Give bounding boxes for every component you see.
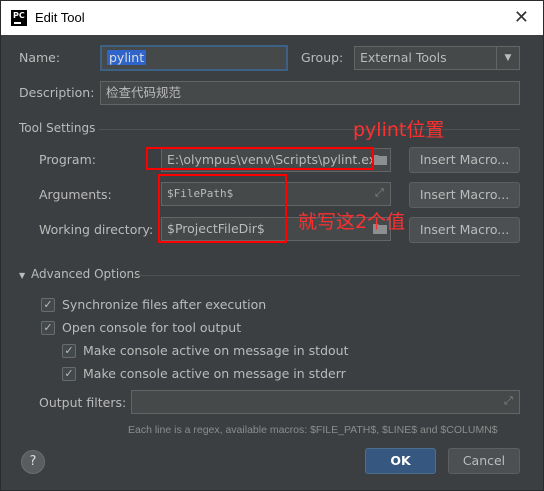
open-console-checkbox[interactable]: ✓ [41,321,55,335]
pycharm-icon: PC [11,10,27,26]
output-filters-label: Output filters: [39,395,127,410]
group-label: Group: [301,50,344,65]
program-label: Program: [39,152,96,167]
working-directory-label: Working directory: [39,222,154,237]
sync-files-label: Synchronize files after execution [62,297,267,312]
ok-button[interactable]: OK [365,448,436,474]
arguments-label: Arguments: [39,187,112,202]
arguments-annotation: 就写这2个值 [298,211,406,233]
window-title: Edit Tool [35,10,85,25]
folder-icon[interactable] [373,154,387,165]
collapse-triangle-icon[interactable]: ▼ [19,271,25,280]
output-filters-hint: Each line is a regex, available macros: … [128,424,498,436]
open-console-label: Open console for tool output [62,320,242,335]
group-select[interactable]: External Tools ▼ [354,46,520,70]
name-value: pylint [107,50,147,65]
output-filters-input[interactable] [131,390,520,414]
program-annotation: pylint位置 [353,119,445,141]
program-highlight-box [146,147,374,170]
description-label: Description: [19,85,95,100]
chevron-down-icon[interactable]: ▼ [496,47,519,69]
console-stdout-checkbox[interactable]: ✓ [62,344,76,358]
description-input[interactable]: 检查代码规范 [100,81,520,105]
name-label: Name: [19,50,61,65]
cancel-button[interactable]: Cancel [448,448,520,474]
edit-tool-dialog: PC Edit Tool ✕ Name: pylint Group: Exter… [0,0,544,491]
title-bar: PC Edit Tool ✕ [1,1,543,35]
expand-icon[interactable]: ⤢ [504,394,513,408]
tool-settings-header: Tool Settings [19,121,96,135]
arguments-highlight-box [158,174,287,243]
insert-macro-program-button[interactable]: Insert Macro... [409,147,520,173]
insert-macro-directory-button[interactable]: Insert Macro... [409,217,520,243]
section-divider [99,129,520,130]
section-divider [136,275,520,276]
description-value: 检查代码规范 [106,85,182,100]
advanced-options-header[interactable]: Advanced Options [31,267,140,281]
close-icon[interactable]: ✕ [514,7,529,28]
console-stderr-label: Make console active on message in stderr [83,366,346,381]
insert-macro-arguments-button[interactable]: Insert Macro... [409,182,520,208]
name-input[interactable]: pylint [100,45,288,71]
expand-icon[interactable]: ⤢ [375,186,384,200]
help-icon[interactable]: ? [21,450,45,474]
sync-files-checkbox[interactable]: ✓ [41,298,55,312]
console-stderr-checkbox[interactable]: ✓ [62,367,76,381]
console-stdout-label: Make console active on message in stdout [83,343,349,358]
group-value: External Tools [360,50,447,65]
